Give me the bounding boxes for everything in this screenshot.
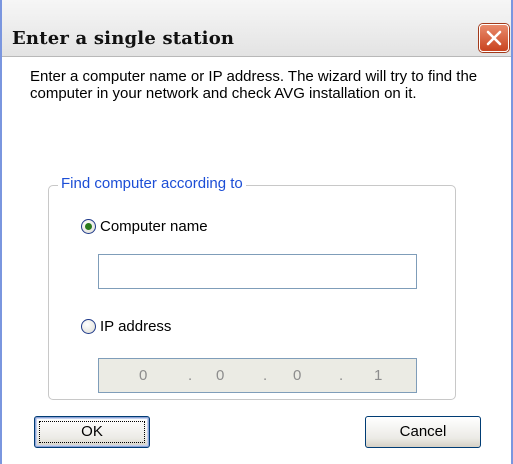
group-legend: Find computer according to bbox=[58, 175, 246, 192]
dialog-title: Enter a single station bbox=[12, 28, 235, 49]
close-icon bbox=[486, 30, 502, 46]
cancel-button-label: Cancel bbox=[399, 423, 447, 440]
ok-button[interactable]: OK bbox=[34, 416, 150, 448]
ip-separator-1: . bbox=[188, 367, 193, 384]
ip-octet-2: 0 bbox=[216, 367, 225, 384]
computer-name-radio[interactable] bbox=[81, 219, 96, 234]
computer-name-radio-option[interactable]: Computer name bbox=[81, 218, 208, 235]
dialog-window: Enter a single station Enter a computer … bbox=[0, 0, 513, 464]
ip-address-radio-option[interactable]: IP address bbox=[81, 318, 171, 335]
ip-address-radio[interactable] bbox=[81, 319, 96, 334]
cancel-button[interactable]: Cancel bbox=[365, 416, 481, 448]
close-button[interactable] bbox=[479, 24, 509, 52]
title-bar[interactable]: Enter a single station bbox=[2, 0, 511, 57]
ok-button-label: OK bbox=[81, 423, 103, 440]
computer-name-input[interactable] bbox=[98, 254, 417, 289]
ip-separator-2: . bbox=[263, 367, 268, 384]
computer-name-label: Computer name bbox=[100, 218, 208, 235]
ip-address-label: IP address bbox=[100, 318, 172, 335]
ip-separator-3: . bbox=[339, 367, 344, 384]
dialog-description: Enter a computer name or IP address. The… bbox=[30, 68, 478, 102]
ip-address-field: 0 . 0 . 0 . 1 bbox=[98, 358, 417, 393]
ip-octet-3: 0 bbox=[293, 367, 302, 384]
ip-octet-1: 0 bbox=[139, 367, 148, 384]
ip-octet-4: 1 bbox=[374, 367, 383, 384]
